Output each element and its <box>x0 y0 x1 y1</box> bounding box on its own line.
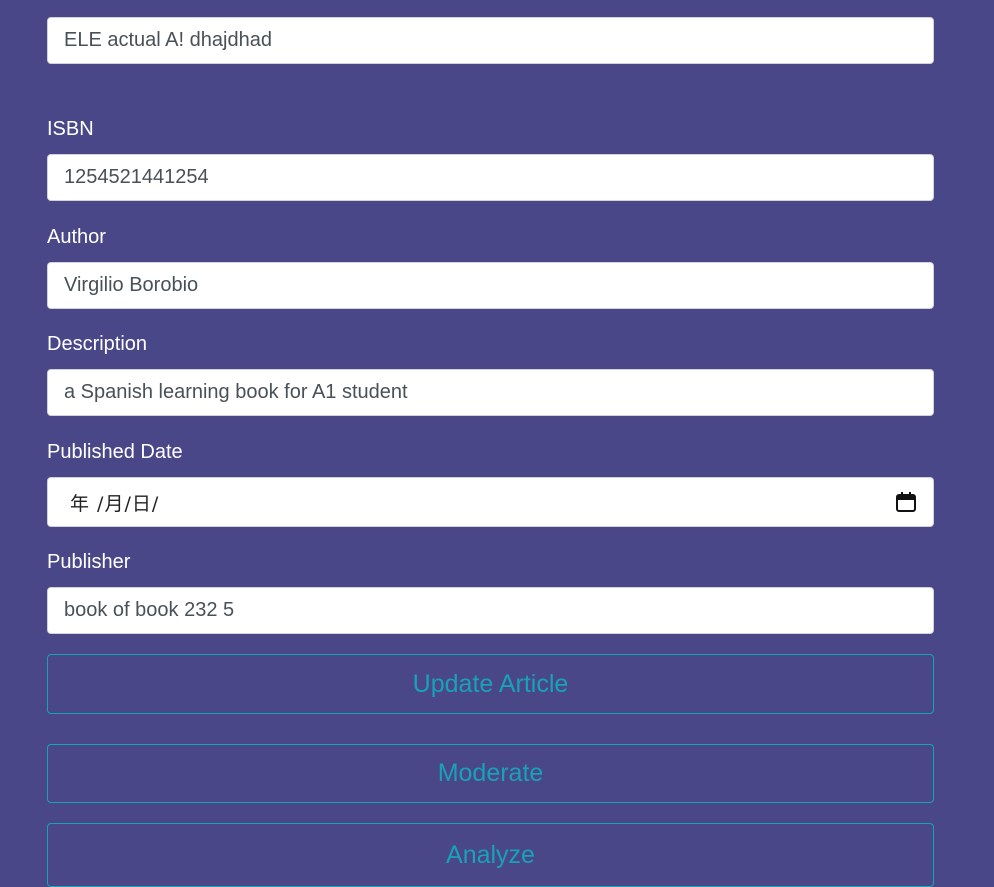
description-input-value: a Spanish learning book for A1 student <box>64 381 408 403</box>
published-date-input[interactable]: 年 /月/日/ <box>47 477 934 527</box>
published-date-value: 年 /月/日/ <box>70 492 160 515</box>
author-label: Author <box>47 226 106 248</box>
analyze-button[interactable]: Analyze <box>47 823 934 887</box>
title-input[interactable]: ELE actual A! dhajdhad <box>47 17 934 64</box>
published-date-label: Published Date <box>47 441 183 463</box>
isbn-label: ISBN <box>47 118 94 140</box>
publisher-label: Publisher <box>47 551 131 573</box>
author-input[interactable]: Virgilio Borobio <box>47 262 934 309</box>
calendar-icon[interactable] <box>895 491 917 513</box>
description-label: Description <box>47 333 148 355</box>
publisher-input-value: book of book 232 5 <box>64 599 235 621</box>
isbn-input-value: 1254521441254 <box>64 166 209 188</box>
isbn-input[interactable]: 1254521441254 <box>47 154 934 201</box>
author-input-value: Virgilio Borobio <box>64 274 199 296</box>
moderate-button[interactable]: Moderate <box>47 744 934 803</box>
publisher-input[interactable]: book of book 232 5 <box>47 587 934 634</box>
update-article-button[interactable]: Update Article <box>47 654 934 714</box>
description-input[interactable]: a Spanish learning book for A1 student <box>47 369 934 416</box>
title-input-value: ELE actual A! dhajdhad <box>64 29 272 51</box>
